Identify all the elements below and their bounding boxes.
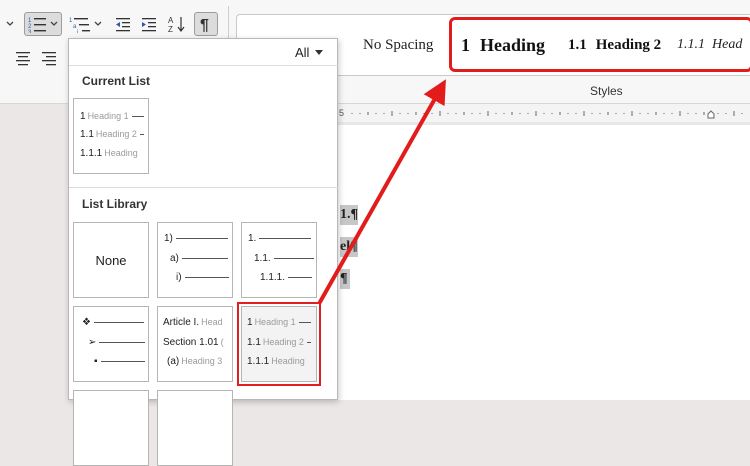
list-library-tile-cut[interactable] — [157, 390, 233, 466]
list-library-tile-cut[interactable] — [73, 390, 149, 466]
annotation-arrow — [318, 79, 446, 304]
